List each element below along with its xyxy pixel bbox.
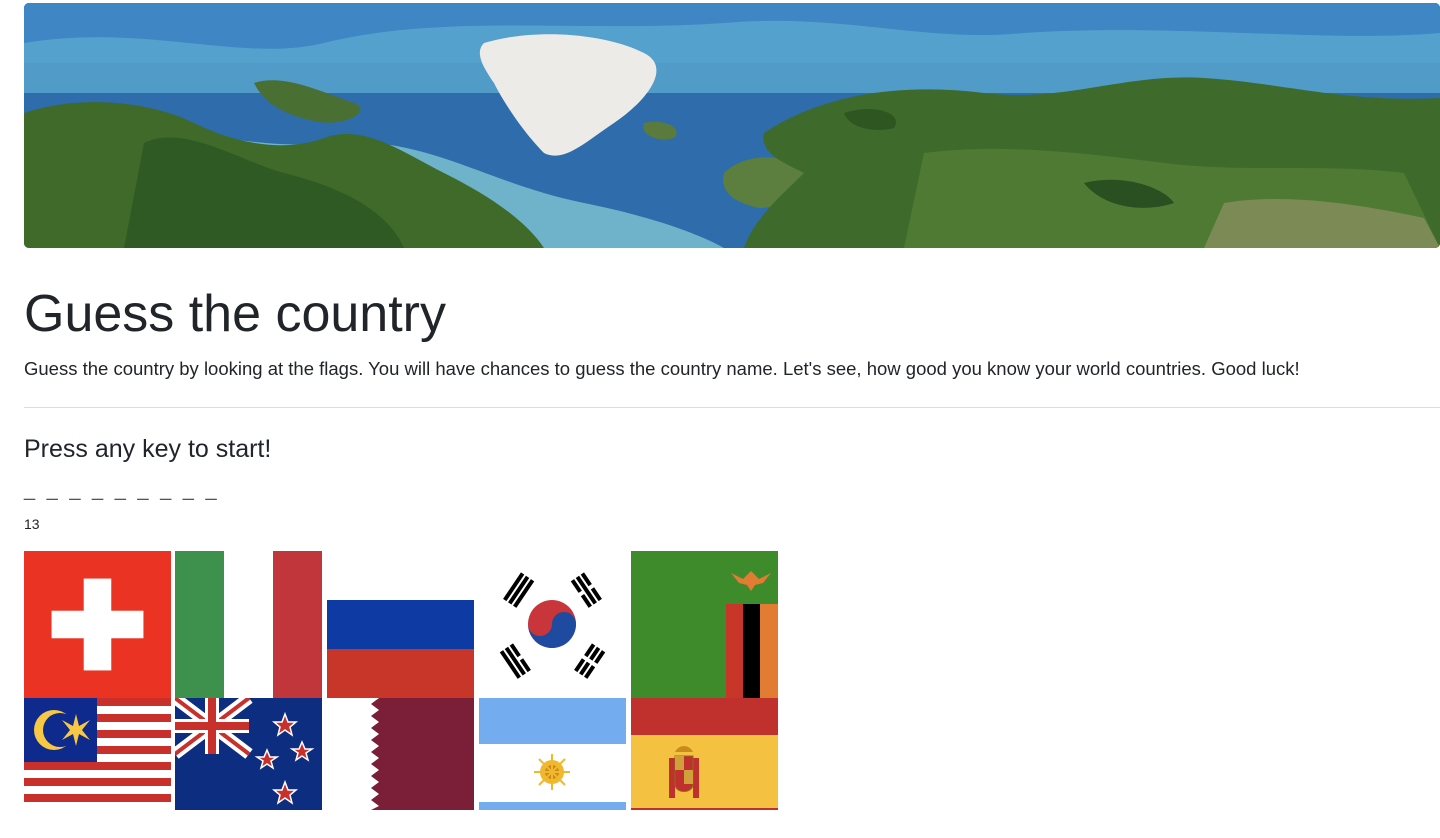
start-prompt: Press any key to start! — [24, 435, 272, 463]
page-description: Guess the country by looking at the flag… — [24, 358, 1300, 379]
argentina-flag-icon[interactable] — [479, 698, 626, 810]
page-title: Guess the country — [24, 285, 446, 343]
new-zealand-flag-icon[interactable] — [175, 698, 322, 810]
zambia-flag-icon[interactable] — [631, 551, 778, 698]
russia-flag-icon[interactable] — [327, 600, 474, 698]
south-korea-flag-icon[interactable] — [479, 551, 626, 698]
guess-counter: 13 — [24, 516, 40, 532]
divider — [24, 407, 1440, 408]
flag-grid — [24, 551, 784, 811]
qatar-flag-icon[interactable] — [327, 698, 474, 810]
switzerland-flag-icon[interactable] — [24, 551, 171, 698]
word-blanks: _ _ _ _ _ _ _ _ _ — [24, 479, 220, 501]
italy-flag-icon[interactable] — [175, 551, 322, 698]
spain-flag-icon[interactable] — [631, 698, 778, 810]
malaysia-flag-icon[interactable] — [24, 698, 171, 810]
world-map-banner — [24, 3, 1440, 248]
